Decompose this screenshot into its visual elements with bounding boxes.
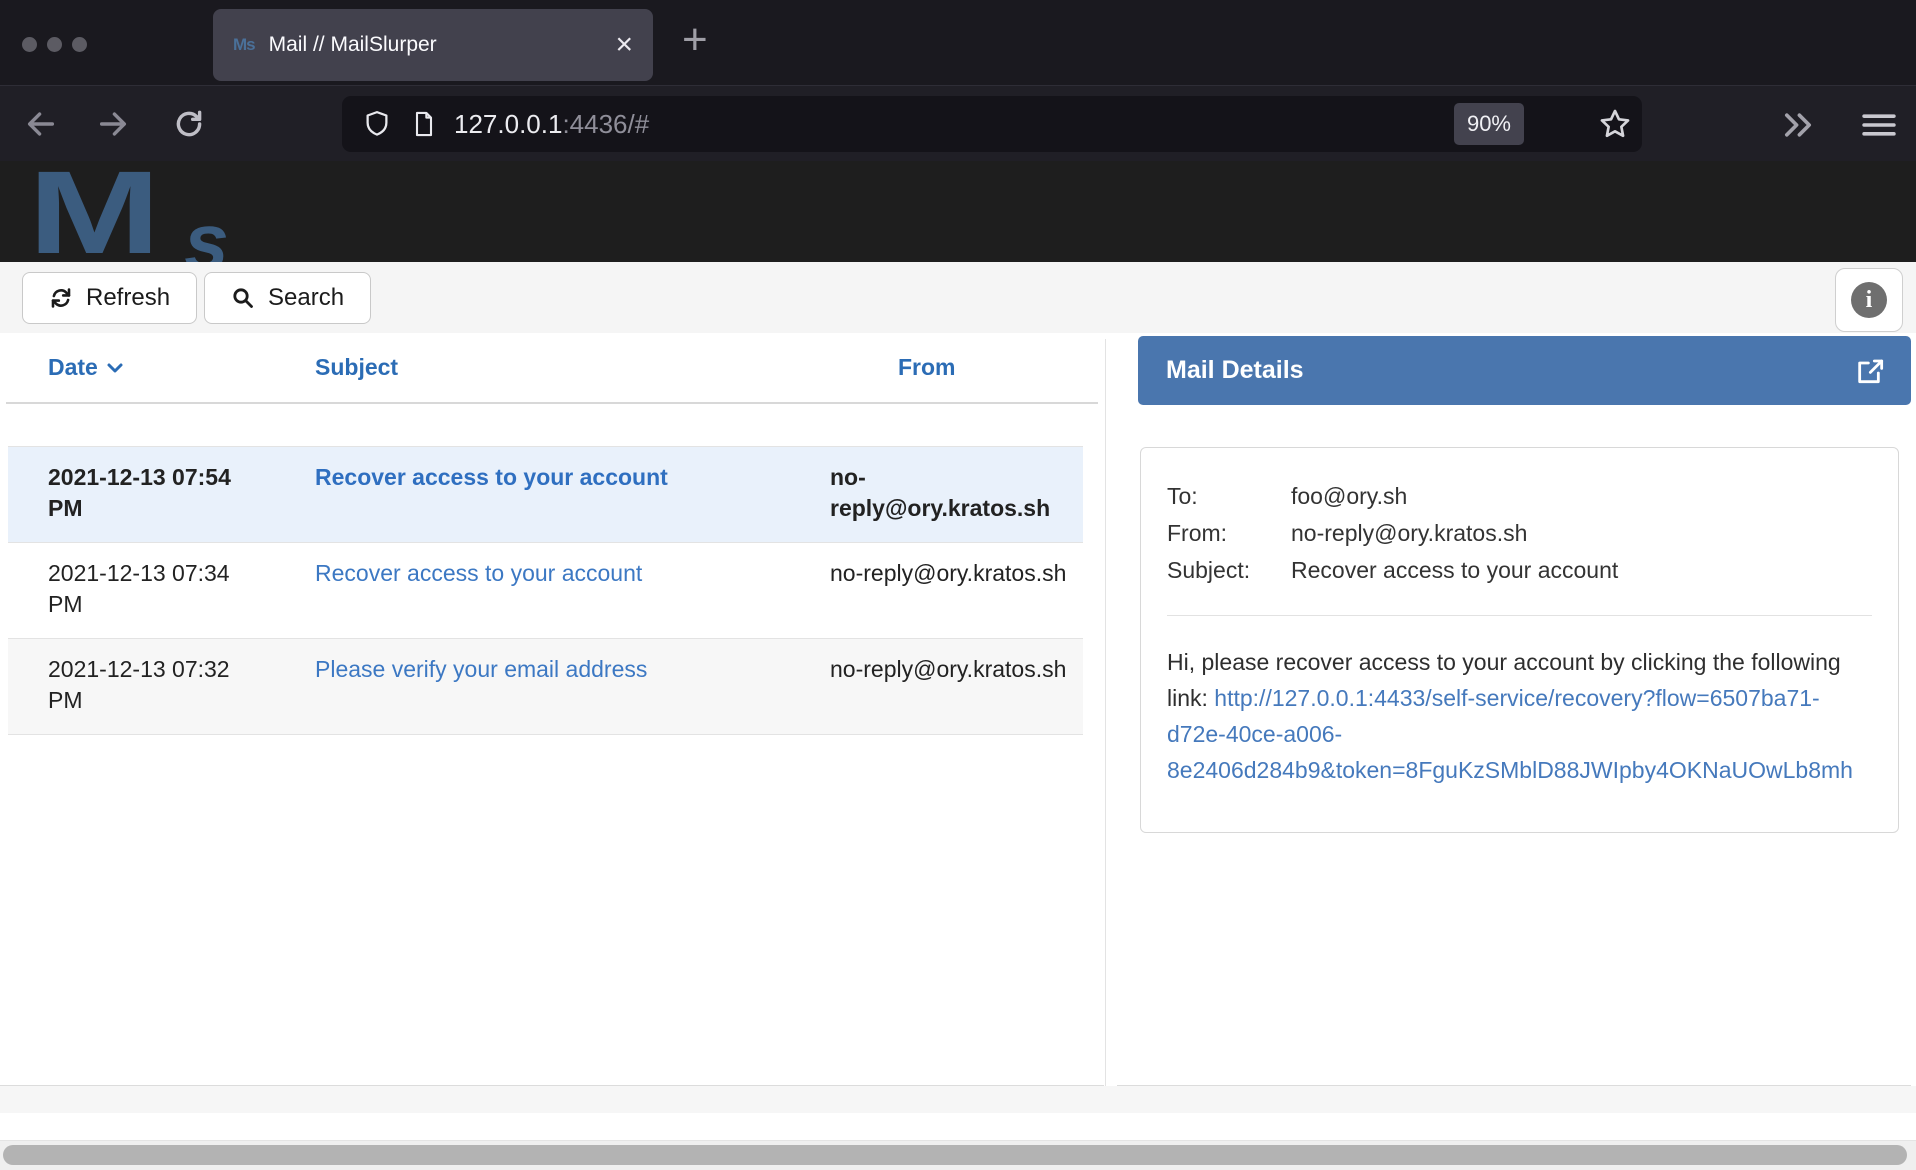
date-header-label: Date xyxy=(48,354,98,381)
from-label: From: xyxy=(1167,515,1291,552)
mail-details-header: Mail Details xyxy=(1138,336,1911,405)
refresh-icon xyxy=(49,286,73,310)
from-value: no-reply@ory.kratos.sh xyxy=(1291,515,1872,552)
mail-details-title: Mail Details xyxy=(1166,356,1855,385)
to-value: foo@ory.sh xyxy=(1291,478,1872,515)
browser-navbar: 127.0.0.1:4436/# 90% xyxy=(0,85,1916,161)
column-header-from[interactable]: From xyxy=(898,354,1083,381)
mail-subject-link[interactable]: Recover access to your account xyxy=(315,464,668,490)
window-maximize-dot[interactable] xyxy=(72,37,87,52)
bottom-gray-strip xyxy=(0,1086,1916,1113)
mail-subject-link[interactable]: Please verify your email address xyxy=(315,656,647,682)
mail-from: no-reply@ory.kratos.sh xyxy=(830,462,1083,524)
tab-title: Mail // MailSlurper xyxy=(269,33,606,57)
mail-date: 2021-12-13 07:54 PM xyxy=(8,462,315,524)
shield-icon[interactable] xyxy=(362,109,392,139)
mail-row[interactable]: 2021-12-13 07:32 PM Please verify your e… xyxy=(8,638,1083,735)
mail-list-pane: Date Subject From 2021-12-13 07:54 PM Re… xyxy=(0,333,1104,1086)
browser-tab[interactable]: Ms Mail // MailSlurper × xyxy=(213,9,653,81)
new-tab-button[interactable]: + xyxy=(682,18,708,62)
mail-subject: Recover access to your account xyxy=(315,462,830,524)
search-label: Search xyxy=(268,284,344,312)
app-header: Ms xyxy=(0,161,1916,262)
url-bar[interactable]: 127.0.0.1:4436/# 90% xyxy=(342,96,1642,152)
url-text: 127.0.0.1:4436/# xyxy=(454,109,649,140)
tab-favicon-icon: Ms xyxy=(233,35,255,55)
overflow-chevrons-icon[interactable] xyxy=(1778,111,1812,145)
browser-titlebar: Ms Mail // MailSlurper × + xyxy=(0,0,1916,85)
refresh-button[interactable]: Refresh xyxy=(22,272,197,324)
url-host: 127.0.0.1 xyxy=(454,109,562,139)
mail-list-header: Date Subject From xyxy=(8,333,1083,402)
column-header-subject[interactable]: Subject xyxy=(315,354,830,381)
logo-letter-s: s xyxy=(184,196,229,262)
mail-details-pane: Mail Details To:foo@ory.sh From:no-reply… xyxy=(1117,333,1911,1086)
mail-subject-link[interactable]: Recover access to your account xyxy=(315,560,642,586)
forward-icon[interactable] xyxy=(96,107,130,141)
mail-rows: 2021-12-13 07:54 PM Recover access to yo… xyxy=(8,446,1083,735)
mail-date: 2021-12-13 07:32 PM xyxy=(8,654,315,716)
info-icon: i xyxy=(1851,282,1887,318)
mail-subject: Please verify your email address xyxy=(315,654,830,716)
bottom-white-strip xyxy=(0,1113,1916,1141)
pane-divider xyxy=(1105,339,1106,1086)
refresh-label: Refresh xyxy=(86,284,170,312)
reload-icon[interactable] xyxy=(172,107,206,141)
column-header-date[interactable]: Date xyxy=(8,354,315,381)
back-icon[interactable] xyxy=(24,107,58,141)
horizontal-scrollbar[interactable] xyxy=(0,1141,1916,1170)
url-path: :4436/# xyxy=(562,109,649,139)
mail-body: Hi, please recover access to your accoun… xyxy=(1167,644,1872,788)
window-minimize-dot[interactable] xyxy=(47,37,62,52)
mail-date: 2021-12-13 07:34 PM xyxy=(8,558,315,620)
subject-label: Subject: xyxy=(1167,552,1291,589)
header-divider xyxy=(6,402,1098,404)
main-content: Date Subject From 2021-12-13 07:54 PM Re… xyxy=(0,333,1916,1170)
mail-subject: Recover access to your account xyxy=(315,558,830,620)
mail-row[interactable]: 2021-12-13 07:34 PM Recover access to yo… xyxy=(8,542,1083,638)
horizontal-scrollbar-thumb[interactable] xyxy=(3,1145,1907,1165)
mailslurper-window: Ms Mail // MailSlurper × + 127.0.0.1:443… xyxy=(0,0,1916,1170)
search-icon xyxy=(231,286,255,310)
window-controls[interactable] xyxy=(22,37,87,52)
external-link-icon[interactable] xyxy=(1855,355,1887,387)
zoom-level-badge[interactable]: 90% xyxy=(1454,103,1524,145)
mailslurper-logo: Ms xyxy=(28,161,167,262)
app-toolbar: Refresh Search i xyxy=(0,262,1916,333)
info-button[interactable]: i xyxy=(1835,268,1903,332)
to-label: To: xyxy=(1167,478,1291,515)
sort-chevron-down-icon xyxy=(106,361,124,375)
bookmark-star-icon[interactable] xyxy=(1598,107,1632,141)
card-divider xyxy=(1167,615,1872,616)
mail-details-card: To:foo@ory.sh From:no-reply@ory.kratos.s… xyxy=(1140,447,1899,833)
recovery-link[interactable]: http://127.0.0.1:4433/self-service/recov… xyxy=(1167,685,1853,783)
subject-value: Recover access to your account xyxy=(1291,552,1872,589)
mail-from: no-reply@ory.kratos.sh xyxy=(830,558,1083,620)
logo-letter-m: M xyxy=(28,161,155,262)
page-info-icon[interactable] xyxy=(410,110,438,138)
search-button[interactable]: Search xyxy=(204,272,371,324)
menu-hamburger-icon[interactable] xyxy=(1860,111,1894,145)
window-close-dot[interactable] xyxy=(22,37,37,52)
mail-row[interactable]: 2021-12-13 07:54 PM Recover access to yo… xyxy=(8,446,1083,542)
mail-from: no-reply@ory.kratos.sh xyxy=(830,654,1083,716)
tab-close-icon[interactable]: × xyxy=(615,30,633,60)
